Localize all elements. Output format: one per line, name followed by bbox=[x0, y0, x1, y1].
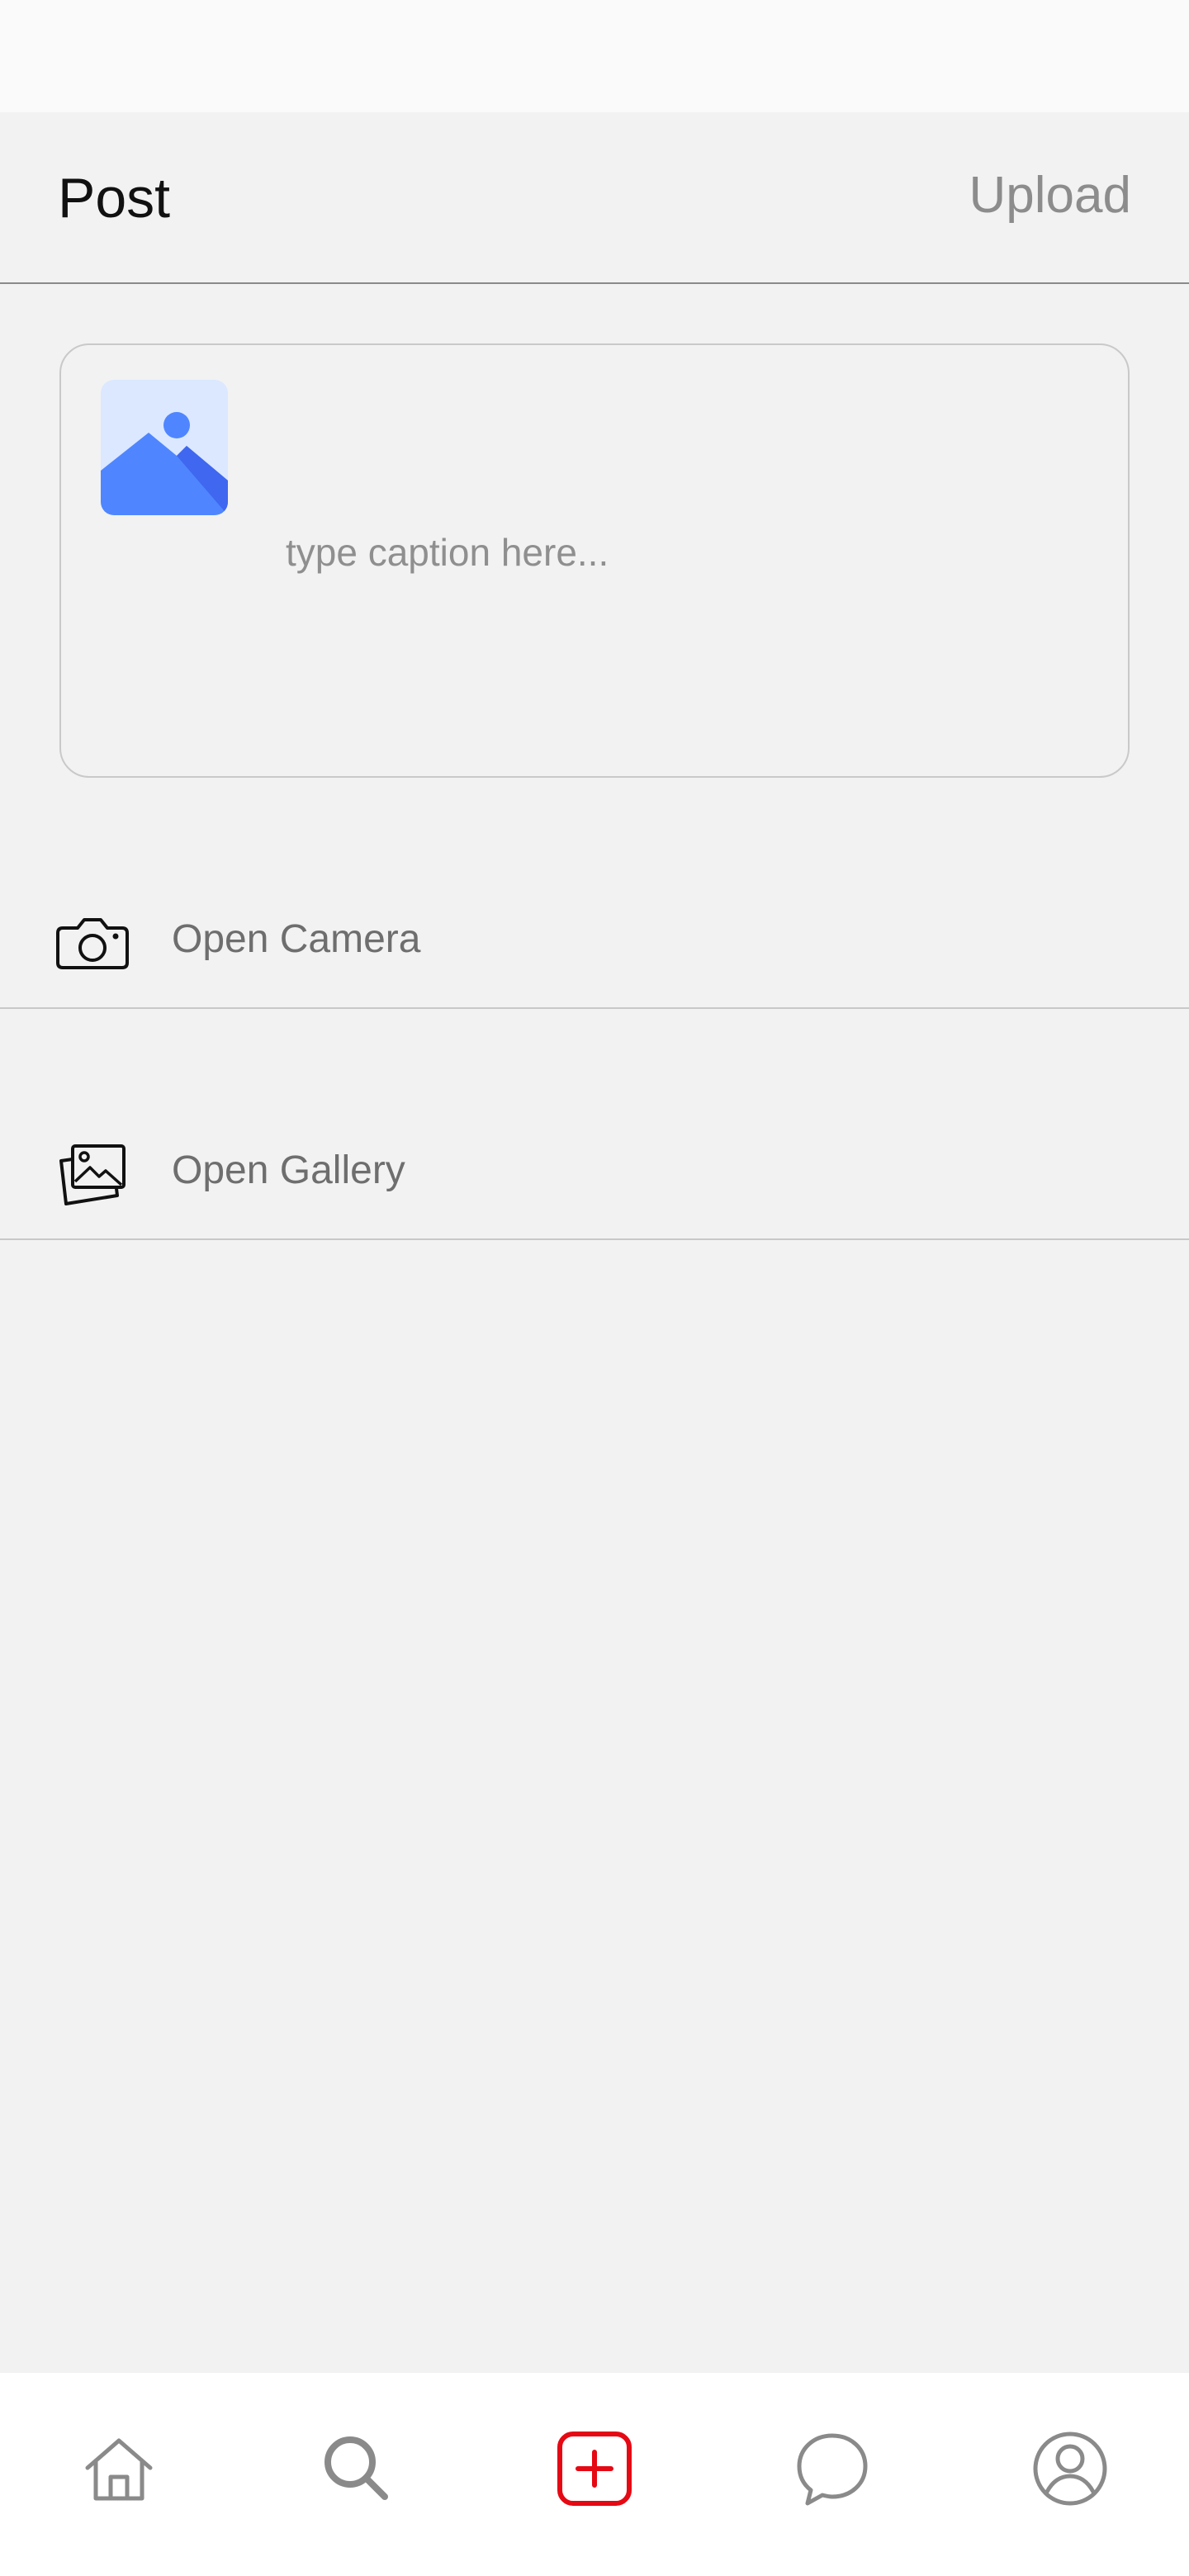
open-camera-label: Open Camera bbox=[172, 917, 421, 961]
open-camera-row[interactable]: Open Camera bbox=[0, 893, 1189, 1009]
image-placeholder-icon[interactable] bbox=[101, 380, 228, 515]
post-screen: Post Upload Open Camera bbox=[0, 0, 1189, 2576]
add-post-icon[interactable] bbox=[555, 2429, 634, 2508]
post-header: Post Upload bbox=[0, 112, 1189, 284]
post-composer-card bbox=[59, 343, 1130, 778]
home-icon[interactable] bbox=[79, 2429, 159, 2508]
open-gallery-row[interactable]: Open Gallery bbox=[0, 1125, 1189, 1240]
chat-icon[interactable] bbox=[793, 2429, 872, 2508]
profile-icon[interactable] bbox=[1030, 2429, 1110, 2508]
caption-input[interactable] bbox=[274, 523, 1029, 581]
upload-button[interactable]: Upload bbox=[969, 170, 1131, 221]
open-gallery-label: Open Gallery bbox=[172, 1148, 405, 1192]
gallery-icon bbox=[54, 1136, 130, 1212]
search-icon[interactable] bbox=[317, 2429, 396, 2508]
bottom-navigation bbox=[0, 2373, 1189, 2576]
camera-icon bbox=[54, 905, 130, 981]
status-bar bbox=[0, 0, 1189, 112]
page-title: Post bbox=[58, 167, 171, 230]
